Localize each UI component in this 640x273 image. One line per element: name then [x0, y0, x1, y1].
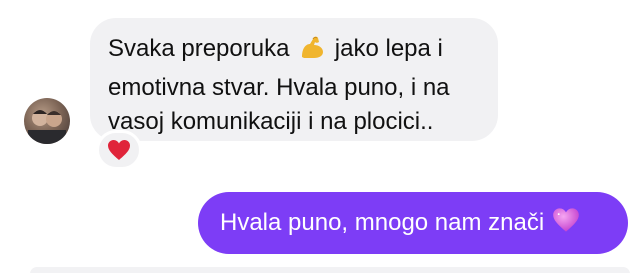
- incoming-message-bubble[interactable]: Svaka preporuka jako lepa i emotivna stv…: [90, 18, 498, 141]
- message-input-edge[interactable]: [30, 267, 630, 273]
- message-text-part: Svaka preporuka: [108, 35, 290, 62]
- message-line: emotivna stvar. Hvala puno, i na: [108, 74, 450, 101]
- message-text-part: jako lepa i: [334, 35, 443, 62]
- message-line: Svaka preporuka jako lepa i: [108, 32, 478, 71]
- avatar-photo: [28, 110, 66, 144]
- flexed-biceps-icon: [298, 33, 326, 71]
- chat-thread: Svaka preporuka jako lepa i emotivna stv…: [0, 0, 640, 273]
- sender-avatar[interactable]: [24, 98, 70, 144]
- message-reaction[interactable]: [96, 130, 142, 170]
- red-heart-icon: [108, 140, 130, 160]
- pink-heart-icon: [552, 207, 580, 240]
- outgoing-message-text: Hvala puno, mnogo nam znači: [220, 209, 545, 236]
- message-line: vasoj komunikaciji i na plocici..: [108, 108, 434, 135]
- outgoing-message-bubble[interactable]: Hvala puno, mnogo nam znači: [198, 192, 628, 254]
